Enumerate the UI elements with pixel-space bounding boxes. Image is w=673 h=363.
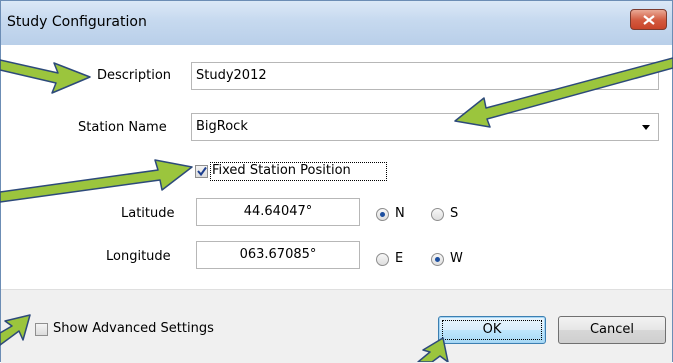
description-field[interactable]: Study2012 [191,62,659,90]
dialog-content: Description Study2012 Station Name BigRo… [1,45,672,289]
longitude-east-label: E [395,251,404,266]
show-advanced-label[interactable]: Show Advanced Settings [53,321,214,336]
station-name-combo[interactable]: BigRock [191,113,659,141]
checkmark-icon [197,166,207,177]
longitude-west-label: W [450,251,463,266]
latitude-field[interactable]: 44.64047° [196,198,360,226]
station-name-value: BigRock [196,119,248,134]
latitude-south-radio[interactable] [431,208,444,221]
longitude-west-radio[interactable] [431,253,444,266]
ok-button[interactable]: OK [438,316,546,344]
fixed-station-label[interactable]: Fixed Station Position [212,163,351,178]
cancel-button[interactable]: Cancel [558,316,666,344]
window-title: Study Configuration [7,14,147,30]
latitude-north-radio[interactable] [376,208,389,221]
show-advanced-checkbox[interactable] [35,323,48,336]
close-icon [643,15,655,25]
latitude-label: Latitude [121,206,175,221]
latitude-north-label: N [395,206,405,221]
close-button[interactable] [630,9,667,30]
longitude-east-radio[interactable] [376,253,389,266]
chevron-down-icon [642,125,650,130]
station-name-label: Station Name [78,120,167,135]
longitude-label: Longitude [106,249,171,264]
dialog-window: Study Configuration Description Study201… [0,0,673,363]
description-label: Description [97,68,172,83]
latitude-south-label: S [450,206,459,221]
title-bar: Study Configuration [1,1,672,46]
fixed-station-checkbox[interactable] [195,165,208,178]
ok-button-focus [442,320,542,340]
longitude-field[interactable]: 063.67085° [196,241,360,269]
cancel-button-label: Cancel [589,322,635,337]
dialog-footer: Show Advanced Settings OK Cancel [1,289,672,363]
